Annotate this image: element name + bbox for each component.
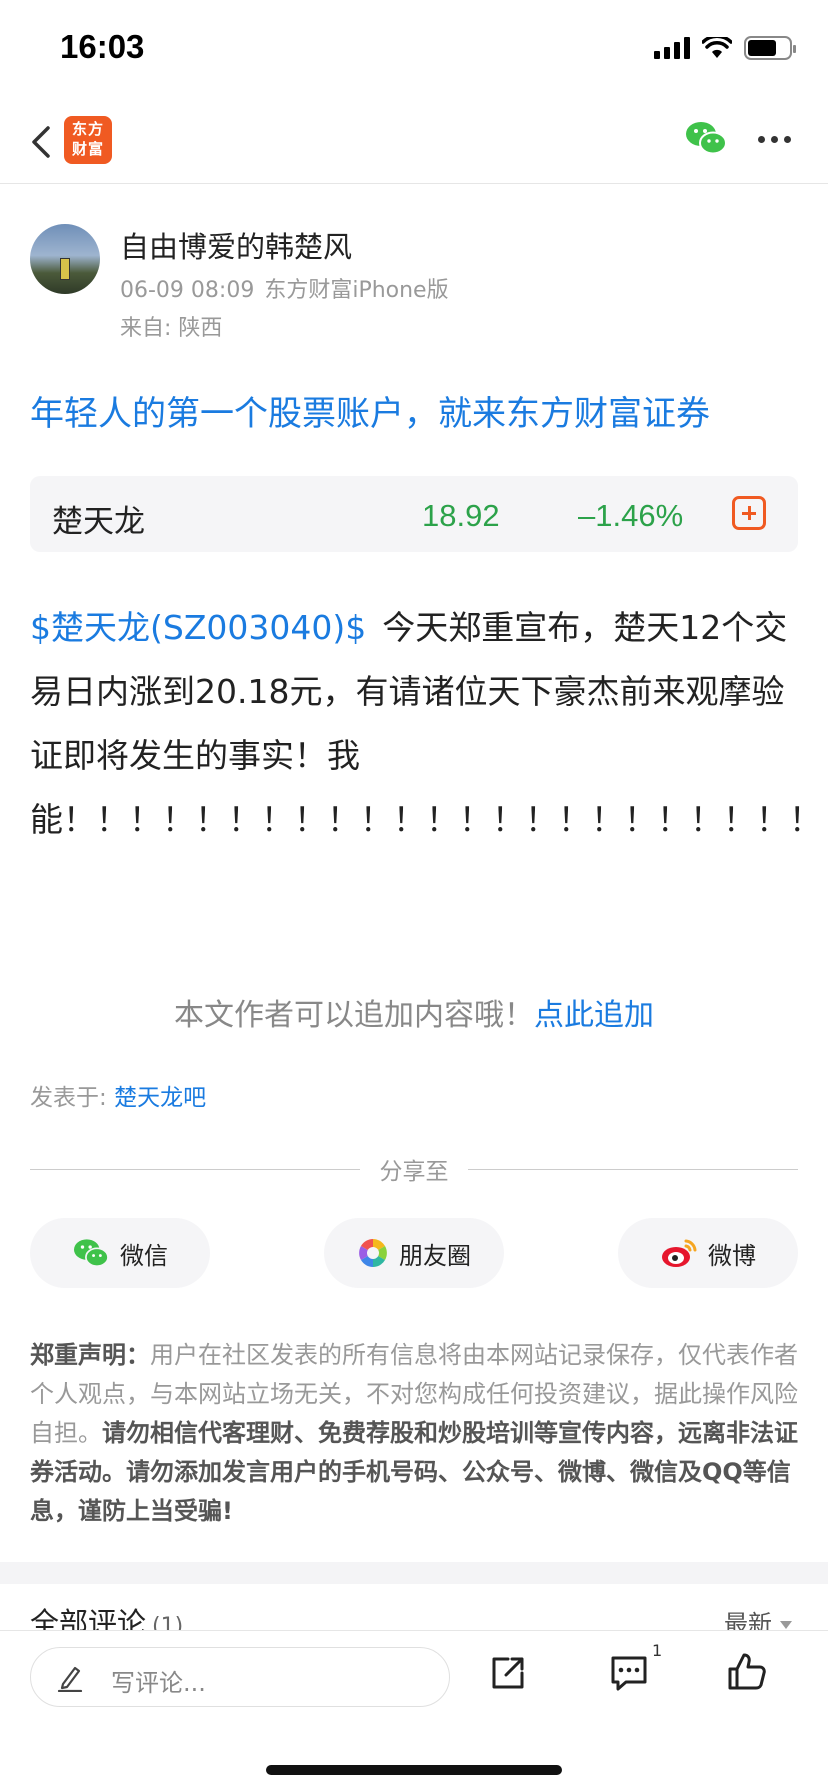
avatar[interactable] — [30, 224, 100, 294]
status-icons — [654, 36, 796, 60]
post-location: 来自: 陕西 — [120, 316, 223, 341]
disclaimer-warning: 请勿相信代客理财、免费荐股和炒股培训等宣传内容，远离非法证券活动。请勿添加发言用… — [30, 1419, 798, 1525]
wifi-icon — [702, 37, 732, 58]
like-icon[interactable] — [726, 1651, 768, 1693]
cellular-signal-icon — [654, 37, 690, 59]
pencil-icon — [57, 1666, 83, 1692]
status-bar: 16:03 — [0, 0, 828, 100]
post-date: 06-09 08:09 — [120, 278, 255, 303]
home-indicator — [266, 1765, 562, 1775]
stock-tag-link[interactable]: $楚天龙(SZ003040)$ — [30, 608, 366, 647]
moments-icon — [359, 1239, 387, 1267]
stock-quote-card[interactable]: 楚天龙 18.92 –1.46% — [30, 476, 798, 552]
bottom-bar: 写评论... 1 — [0, 1630, 828, 1792]
posted-in: 发表于: 楚天龙吧 — [30, 1078, 206, 1112]
stock-price: 18.92 — [422, 498, 500, 533]
caret-down-icon — [780, 1621, 792, 1629]
section-divider — [0, 1562, 828, 1584]
share-wechat-button[interactable]: 微信 — [30, 1218, 210, 1288]
nav-bar: 东方 财富 — [0, 100, 828, 184]
comment-input[interactable]: 写评论... — [30, 1647, 450, 1707]
wechat-icon — [74, 1239, 109, 1268]
author-name[interactable]: 自由博爱的韩楚风 — [120, 224, 352, 266]
append-hint-text: 本文作者可以追加内容哦！ — [174, 998, 534, 1033]
stock-change: –1.46% — [578, 498, 684, 533]
post-client: 东方财富iPhone版 — [264, 278, 449, 303]
disclaimer-title: 郑重声明： — [30, 1341, 150, 1369]
add-watchlist-icon[interactable] — [732, 496, 766, 530]
post-meta: 06-09 08:09 东方财富iPhone版 — [120, 272, 459, 304]
share-moments-button[interactable]: 朋友圈 — [324, 1218, 504, 1288]
ad-link[interactable]: 年轻人的第一个股票账户，就来东方财富证券 — [30, 386, 710, 435]
comment-placeholder: 写评论... — [111, 1669, 206, 1697]
stock-bar-link[interactable]: 楚天龙吧 — [114, 1085, 206, 1111]
forward-icon[interactable] — [488, 1653, 528, 1693]
comment-count-badge: 1 — [652, 1641, 663, 1660]
comment-icon[interactable] — [608, 1653, 650, 1693]
share-moments-label: 朋友圈 — [399, 1241, 471, 1270]
battery-icon — [744, 36, 796, 60]
status-time: 16:03 — [60, 28, 145, 65]
share-wechat-label: 微信 — [120, 1241, 168, 1270]
share-weibo-button[interactable]: 微博 — [618, 1218, 798, 1288]
post-body: $楚天龙(SZ003040)$ 今天郑重宣布，楚天12个交易日内涨到20.18元，… — [30, 596, 822, 852]
posted-in-label: 发表于: — [30, 1085, 115, 1111]
weibo-icon — [662, 1239, 697, 1267]
share-weibo-label: 微博 — [708, 1241, 756, 1270]
more-icon[interactable] — [758, 136, 791, 143]
append-link[interactable]: 点此追加 — [534, 998, 654, 1033]
wechat-share-icon[interactable] — [684, 118, 728, 158]
back-icon[interactable] — [24, 120, 64, 164]
stock-name: 楚天龙 — [52, 504, 145, 540]
share-divider: 分享至 — [30, 1152, 798, 1188]
eastmoney-logo: 东方 财富 — [64, 116, 112, 164]
append-hint: 本文作者可以追加内容哦！点此追加 — [0, 990, 828, 1034]
disclaimer: 郑重声明：用户在社区发表的所有信息将由本网站记录保存，仅代表作者个人观点，与本网… — [30, 1336, 798, 1531]
